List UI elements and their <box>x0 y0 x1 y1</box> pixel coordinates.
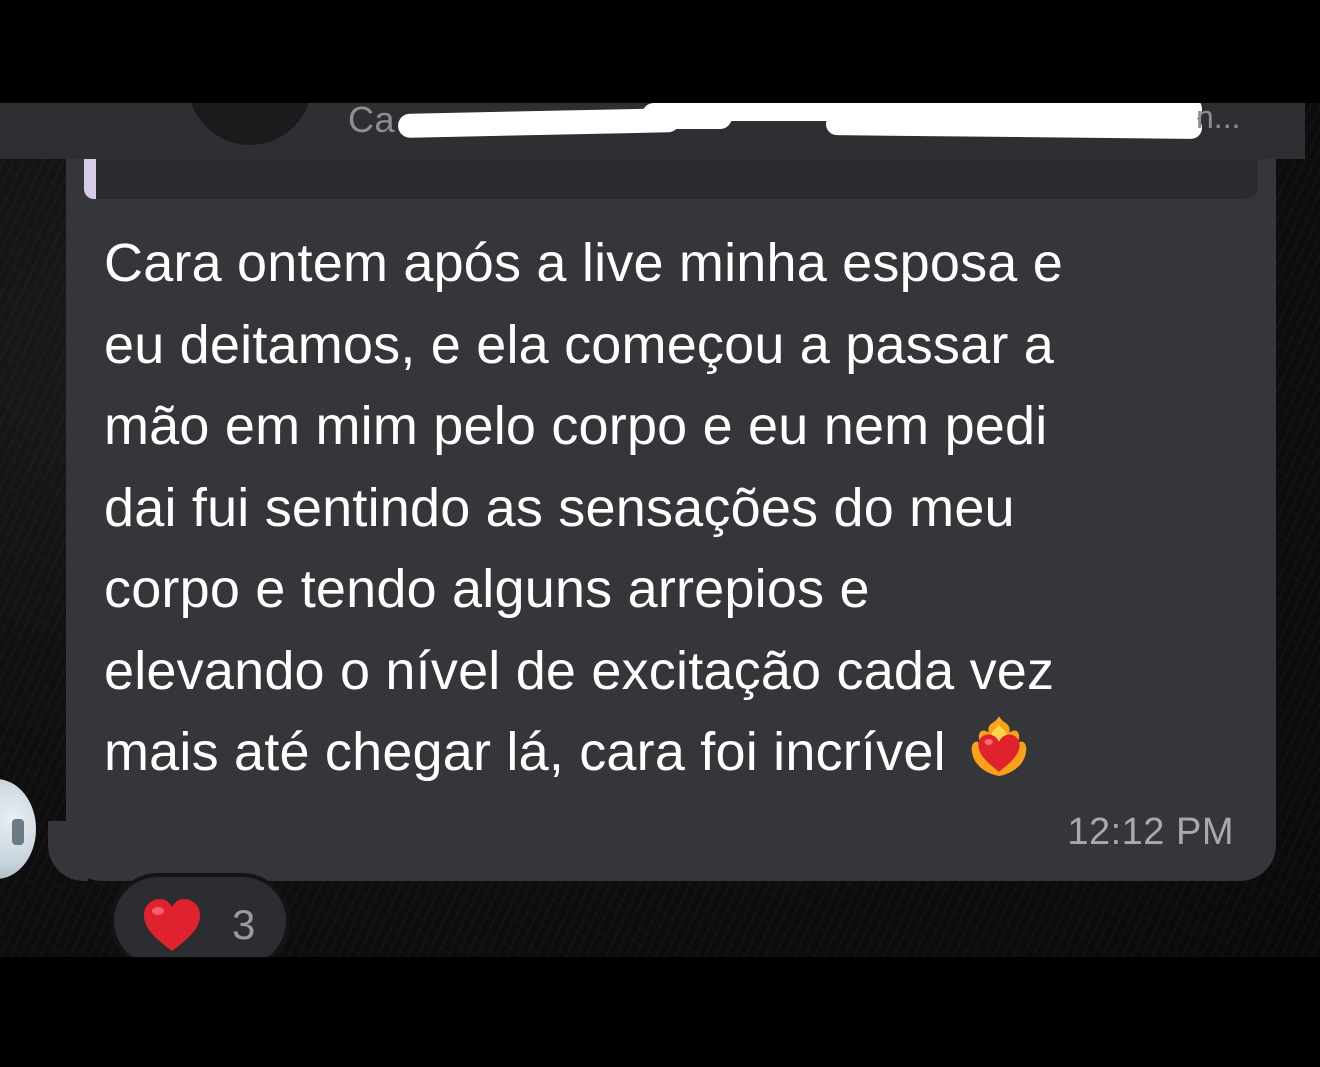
reaction-count: 3 <box>232 901 256 948</box>
message-timestamp: 12:12 PM <box>1067 811 1234 853</box>
message-line: corpo e tendo alguns arrepios e <box>104 559 870 619</box>
reaction-pill[interactable]: 3 <box>110 873 290 957</box>
quoted-reply-block[interactable] <box>84 159 1258 199</box>
header-truncated-text: n... <box>1196 103 1241 135</box>
sender-avatar[interactable] <box>188 103 312 145</box>
message-line: mais até chegar lá, cara foi incrível <box>104 722 946 782</box>
quote-accent-bar <box>84 159 96 199</box>
message-line: eu deitamos, e ela começou a passar a <box>104 314 1054 375</box>
sender-name: Ca <box>348 103 396 140</box>
heart-on-fire-icon <box>971 716 1027 776</box>
redaction-mark <box>825 113 1203 139</box>
quoted-message-header[interactable]: Ca n... <box>0 103 1305 159</box>
message-line: mão em mim pelo corpo e eu nem pedi <box>104 396 1048 456</box>
message-line: Cara ontem após a live minha esposa e <box>104 233 1063 293</box>
avatar-figure <box>12 819 24 845</box>
red-heart-icon <box>144 899 200 951</box>
message-text: Cara ontem após a live minha esposa e eu… <box>104 223 1244 794</box>
chat-screenshot: Ca n... Cara ontem após a live minha esp… <box>0 103 1320 957</box>
redaction-mark <box>397 108 681 138</box>
message-line: elevando o nível de excitação cada vez <box>104 640 1055 701</box>
letterbox-frame: Ca n... Cara ontem após a live minha esp… <box>0 0 1320 1067</box>
message-line: dai fui sentindo as sensações do meu <box>104 477 1015 538</box>
